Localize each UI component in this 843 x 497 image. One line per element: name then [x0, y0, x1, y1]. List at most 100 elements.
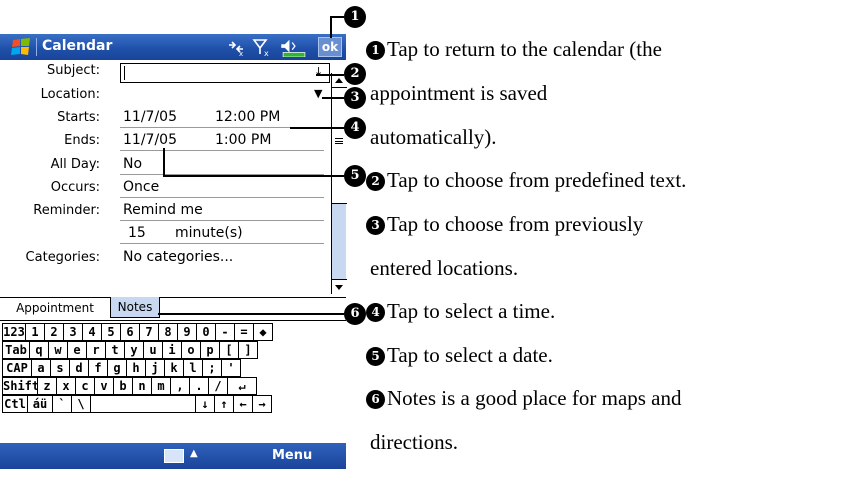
text-caret [124, 66, 125, 80]
key-n[interactable]: n [132, 377, 152, 395]
reminder-value[interactable]: Remind me [123, 202, 203, 218]
scroll-thumb[interactable] [332, 88, 347, 204]
key-6[interactable]: 6 [120, 323, 140, 341]
key-2[interactable]: 2 [44, 323, 64, 341]
key-8[interactable]: 8 [158, 323, 178, 341]
allday-value[interactable]: No [123, 156, 142, 172]
subject-dropdown-icon[interactable]: ↓ [314, 65, 323, 78]
key-slash[interactable]: / [208, 377, 228, 395]
key-k[interactable]: k [164, 359, 184, 377]
key-semicolon[interactable]: ; [202, 359, 222, 377]
key-right-bracket[interactable]: ] [238, 341, 258, 359]
key-backtick[interactable]: ` [52, 395, 72, 413]
key-up[interactable]: ↑ [214, 395, 234, 413]
key-u[interactable]: u [143, 341, 163, 359]
key-q[interactable]: q [29, 341, 49, 359]
key-j[interactable]: j [145, 359, 165, 377]
volume-icon[interactable] [278, 37, 310, 57]
key-v[interactable]: v [94, 377, 114, 395]
key-backslash[interactable]: \ [71, 395, 91, 413]
connectivity-icon[interactable]: x [226, 37, 246, 57]
key-x[interactable]: x [56, 377, 76, 395]
description-number-4: 4 [366, 303, 385, 322]
key-r[interactable]: r [86, 341, 106, 359]
tab-notes[interactable]: Notes [110, 297, 160, 318]
key-b[interactable]: b [113, 377, 133, 395]
ends-date[interactable]: 11/7/05 [123, 132, 177, 148]
key-left[interactable]: ← [233, 395, 253, 413]
description-text: Tap to return to the calendar (the [387, 37, 662, 61]
categories-value[interactable]: No categories... [123, 249, 233, 265]
key-1[interactable]: 1 [25, 323, 45, 341]
reminder-amount[interactable]: 15 [128, 225, 146, 241]
description-number-1: 1 [366, 41, 385, 60]
key-minus[interactable]: - [215, 323, 235, 341]
key-accents[interactable]: áü [27, 395, 53, 413]
signal-icon[interactable]: x [252, 37, 272, 57]
key-c[interactable]: c [75, 377, 95, 395]
keyboard-icon[interactable] [164, 449, 184, 463]
key-p[interactable]: p [200, 341, 220, 359]
key-f[interactable]: f [88, 359, 108, 377]
key-l[interactable]: l [183, 359, 203, 377]
key-right[interactable]: → [252, 395, 272, 413]
key-h[interactable]: h [126, 359, 146, 377]
description-1-line-3: automatically). [370, 125, 497, 149]
key-quote[interactable]: ' [221, 359, 241, 377]
key-7[interactable]: 7 [139, 323, 159, 341]
key-tab[interactable]: Tab [2, 341, 30, 359]
key-9[interactable]: 9 [177, 323, 197, 341]
key-5[interactable]: 5 [101, 323, 121, 341]
key-equals[interactable]: = [234, 323, 254, 341]
key-4[interactable]: 4 [82, 323, 102, 341]
starts-time[interactable]: 12:00 PM [215, 109, 280, 125]
callout-marker-4: 4 [344, 117, 366, 139]
key-shift[interactable]: Shift [2, 377, 38, 395]
ok-button[interactable]: ok [318, 37, 342, 57]
key-i[interactable]: i [162, 341, 182, 359]
pocketpc-screen: Calendar x x ok Subject: ↓ Location: ▼ S… [0, 34, 347, 497]
description-number-5: 5 [366, 347, 385, 366]
input-panel-arrow-icon[interactable]: ▲ [190, 448, 198, 459]
key-123[interactable]: 123 [2, 323, 26, 341]
tab-appointment[interactable]: Appointment [0, 298, 110, 318]
scroll-down-button[interactable] [332, 279, 347, 294]
occurs-value[interactable]: Once [123, 179, 159, 195]
key-z[interactable]: z [37, 377, 57, 395]
key-ctrl[interactable]: Ctl [2, 395, 28, 413]
key-d[interactable]: d [69, 359, 89, 377]
ends-time[interactable]: 1:00 PM [215, 132, 271, 148]
key-0[interactable]: 0 [196, 323, 216, 341]
key-a[interactable]: a [31, 359, 51, 377]
subject-input[interactable]: ↓ [120, 63, 330, 83]
key-e[interactable]: e [67, 341, 87, 359]
key-backspace[interactable]: ◆ [253, 323, 273, 341]
reminder-unit[interactable]: minute(s) [175, 225, 243, 241]
key-down[interactable]: ↓ [195, 395, 215, 413]
windows-logo-icon[interactable] [10, 38, 32, 56]
key-w[interactable]: w [48, 341, 68, 359]
menu-button[interactable]: Menu [272, 448, 312, 463]
key-left-bracket[interactable]: [ [219, 341, 239, 359]
svg-text:x: x [239, 50, 243, 57]
battery-icon [282, 52, 306, 57]
key-t[interactable]: t [105, 341, 125, 359]
arrow-up-icon [335, 78, 343, 83]
description-4-line-1: 4 Tap to select a time. [366, 299, 555, 324]
key-m[interactable]: m [151, 377, 171, 395]
key-o[interactable]: o [181, 341, 201, 359]
key-period[interactable]: . [189, 377, 209, 395]
key-s[interactable]: s [50, 359, 70, 377]
key-3[interactable]: 3 [63, 323, 83, 341]
description-6-line-1: 6 Notes is a good place for maps and [366, 386, 682, 411]
key-caps[interactable]: CAP [2, 359, 32, 377]
key-y[interactable]: y [124, 341, 144, 359]
key-space[interactable] [90, 395, 196, 413]
reminder-row: Reminder: Remind me [0, 200, 330, 221]
starts-date[interactable]: 11/7/05 [123, 109, 177, 125]
key-comma[interactable]: , [170, 377, 190, 395]
key-enter[interactable]: ↵ [227, 377, 257, 395]
scrollbar[interactable] [331, 73, 347, 294]
key-g[interactable]: g [107, 359, 127, 377]
callout-marker-3: 3 [344, 87, 366, 109]
